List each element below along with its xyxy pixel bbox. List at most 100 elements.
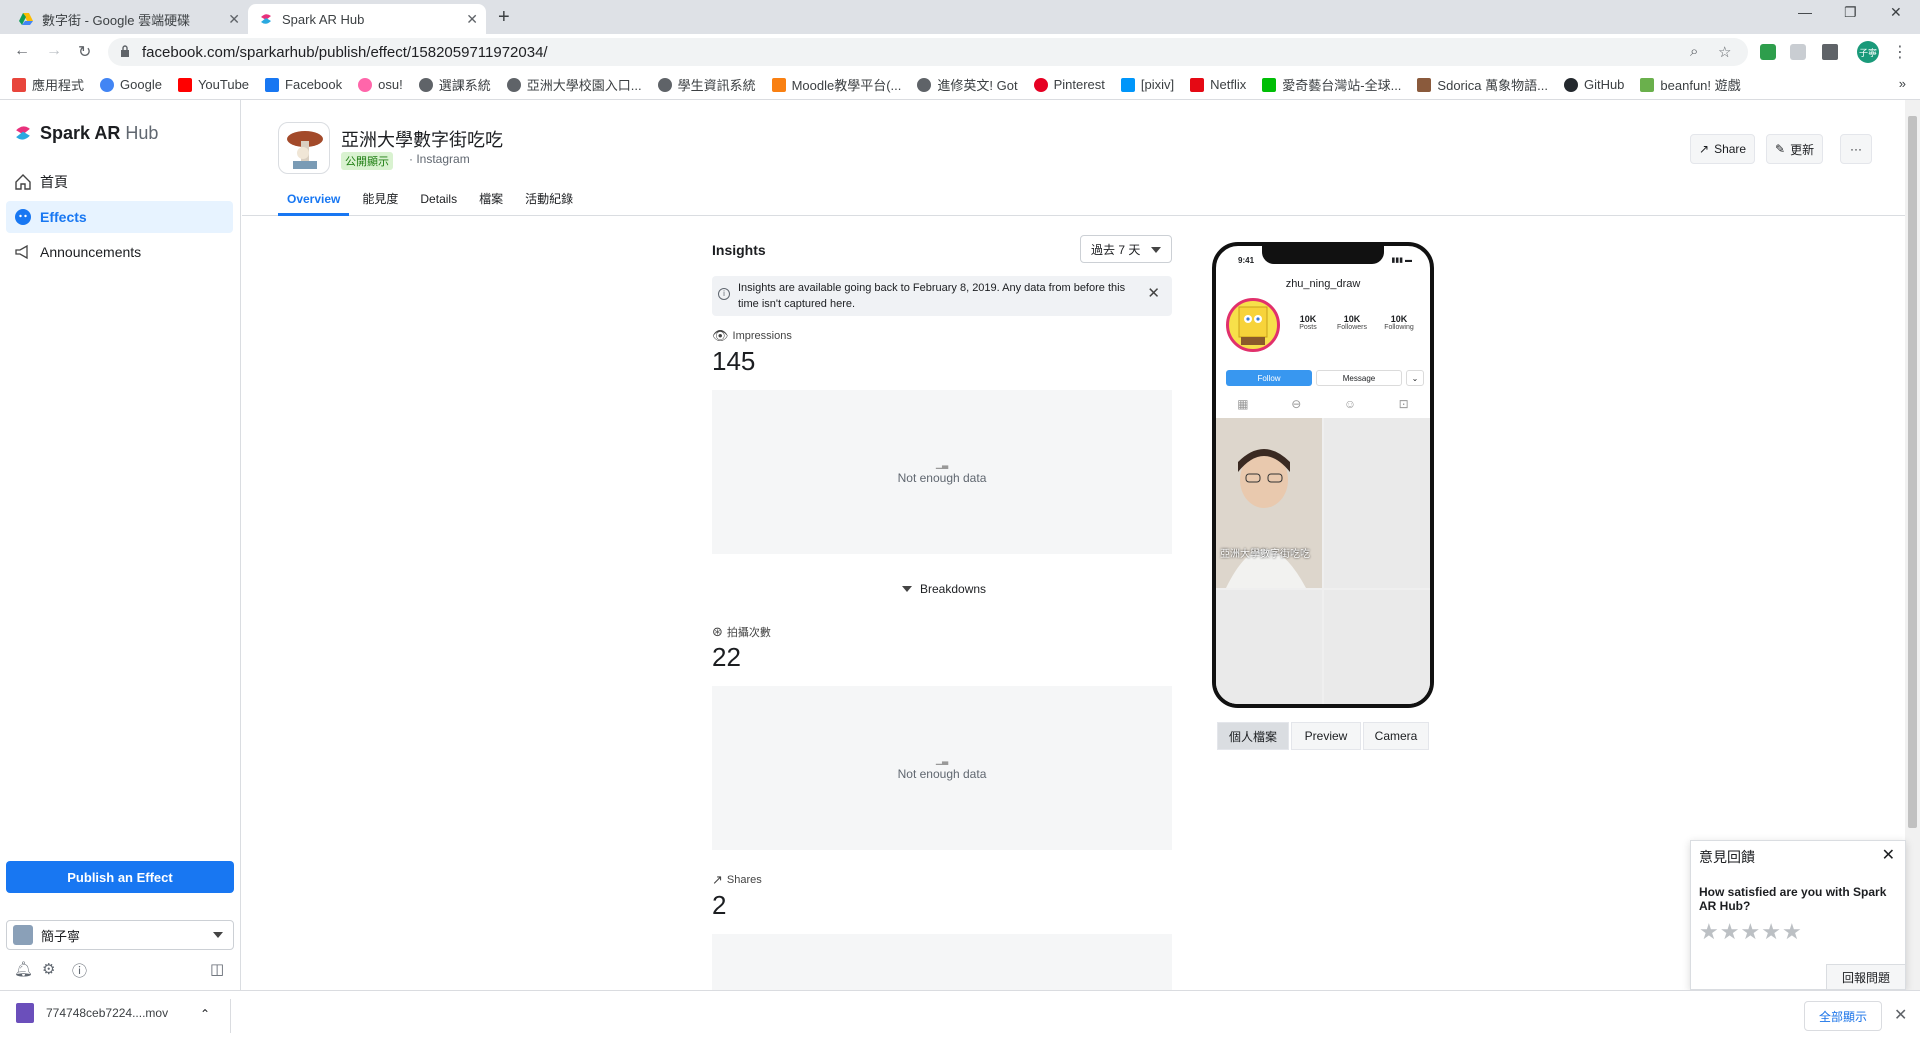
window-close-icon[interactable]: ✕ (1890, 4, 1902, 21)
effect-art-icon (287, 131, 323, 169)
address-bar[interactable]: facebook.com/sparkarhub/publish/effect/1… (108, 38, 1748, 66)
star-icon[interactable]: ★ (1720, 919, 1740, 945)
bookmark-item[interactable]: 亞洲大學校園入口... (506, 75, 642, 94)
star-icon[interactable]: ★ (1782, 919, 1802, 945)
sidebar-item-announcements[interactable]: Announcements (6, 236, 233, 268)
preview-mode-camera[interactable]: Camera (1363, 722, 1429, 750)
account-selector[interactable]: 簡子寧 (6, 920, 234, 950)
bookmark-item[interactable]: 選課系統 (418, 75, 491, 94)
bookmarks-overflow-icon[interactable]: » (1899, 76, 1906, 91)
bookmark-item[interactable]: 應用程式 (12, 75, 84, 94)
bookmark-item[interactable]: [pixiv] (1120, 77, 1175, 92)
spark-ar-logo-icon (16, 126, 30, 140)
bookmark-label: osu! (378, 77, 403, 92)
help-icon[interactable]: ⓘ (72, 960, 87, 981)
chevron-up-icon[interactable]: ⌃ (200, 1007, 210, 1021)
globe-icon (418, 77, 433, 92)
tab-details[interactable]: Details (411, 190, 466, 216)
page-scrollbar[interactable] (1905, 100, 1920, 990)
stat-number: 10K (1299, 314, 1317, 324)
preview-mode-profile[interactable]: 個人檔案 (1217, 722, 1289, 750)
tab-visibility[interactable]: 能見度 (353, 190, 407, 216)
bookmark-item[interactable]: 愛奇藝台灣站-全球... (1262, 75, 1401, 94)
bell-icon[interactable]: 🔔︎ (14, 960, 33, 978)
publish-effect-button[interactable]: Publish an Effect (6, 861, 234, 893)
browser-tab-spark[interactable]: Spark AR Hub ✕ (248, 4, 486, 34)
update-button[interactable]: ✎ 更新 (1766, 134, 1824, 164)
bookmark-item[interactable]: Netflix (1190, 77, 1246, 92)
globe-icon (657, 77, 672, 92)
browser-tab-drive[interactable]: 數字街 - Google 雲端硬碟 ✕ (8, 4, 248, 34)
browser-tabbar: 數字街 - Google 雲端硬碟 ✕ Spark AR Hub ✕ + — ❐… (0, 0, 1920, 34)
profile-stat-followers: 10K Followers (1328, 314, 1376, 331)
collapse-panel-icon[interactable]: ◫ (210, 960, 224, 978)
metric-label-text: Impressions (732, 330, 792, 342)
zoom-icon[interactable]: ⌕ (1690, 43, 1698, 60)
more-options-button[interactable]: ··· (1840, 134, 1872, 164)
new-tab-plus-icon[interactable]: + (498, 6, 510, 29)
brand-logo[interactable]: Spark AR Hub (12, 122, 158, 144)
report-problem-button[interactable]: 回報問題 (1826, 964, 1906, 990)
share-icon: ↗ (712, 872, 723, 887)
tab-activity-log[interactable]: 活動紀錄 (516, 190, 582, 216)
puzzle-icon[interactable] (1822, 44, 1838, 60)
follow-button: Follow (1226, 370, 1312, 386)
show-all-downloads-button[interactable]: 全部顯示 (1804, 1001, 1882, 1031)
bookmark-item[interactable]: Sdorica 萬象物語... (1417, 75, 1548, 94)
tab-title: 數字街 - Google 雲端硬碟 (42, 12, 191, 28)
bookmark-label: YouTube (197, 77, 250, 92)
star-icon[interactable]: ★ (1699, 919, 1719, 945)
bookmark-item[interactable]: beanfun! 遊戲 (1640, 75, 1741, 94)
close-icon[interactable]: ✕ (228, 11, 240, 28)
bookmark-item[interactable]: Facebook (265, 77, 342, 92)
scrollbar-thumb[interactable] (1908, 116, 1917, 828)
gear-icon[interactable]: ⚙ (42, 960, 55, 978)
metric-label-shares: ↗ Shares (712, 872, 762, 888)
bookmark-item[interactable]: GitHub (1563, 77, 1624, 92)
sidebar-item-label: Effects (40, 209, 87, 225)
date-range-select[interactable]: 過去 7 天 (1080, 235, 1172, 263)
minimize-icon[interactable]: — (1798, 4, 1812, 20)
sidebar-item-effects[interactable]: Effects (6, 201, 233, 233)
bookmark-item[interactable]: 進修英文! Got (917, 75, 1018, 94)
tab-files[interactable]: 檔案 (470, 190, 512, 216)
reload-icon[interactable]: ↻ (78, 42, 91, 62)
info-icon: i (718, 288, 730, 300)
star-icon[interactable]: ★ (1761, 919, 1781, 945)
back-icon[interactable]: ← (14, 42, 30, 60)
breakdowns-toggle[interactable]: Breakdowns (902, 582, 986, 596)
star-icon[interactable]: ★ (1740, 919, 1760, 945)
preview-mode-preview[interactable]: Preview (1291, 722, 1361, 750)
forward-icon[interactable]: → (46, 42, 62, 60)
bookmark-label: Google (120, 77, 162, 92)
bookmark-label: Sdorica 萬象物語... (1437, 78, 1548, 93)
empty-chart-text: Not enough data (897, 470, 987, 485)
close-icon[interactable]: ✕ (1882, 845, 1895, 865)
profile-tab-icons: ▦ ⊖ ☺ ⊡ (1216, 392, 1430, 416)
star-rating[interactable]: ★ ★ ★ ★ ★ (1699, 919, 1803, 945)
bookmark-item[interactable]: YouTube (177, 77, 250, 92)
github-icon (1563, 77, 1578, 92)
bookmark-item[interactable]: 學生資訊系統 (657, 75, 756, 94)
bookmark-item[interactable]: Google (100, 77, 162, 92)
tab-overview[interactable]: Overview (278, 190, 350, 216)
sponge-character-icon (1238, 306, 1268, 345)
close-icon[interactable]: ✕ (1894, 1005, 1907, 1025)
close-icon[interactable]: ✕ (1147, 286, 1160, 302)
download-item[interactable]: 774748ceb7224....mov (16, 1003, 168, 1023)
grid-icon: ▦ (1237, 397, 1249, 411)
bookmark-item[interactable]: osu! (358, 77, 403, 92)
restore-icon[interactable]: ❐ (1844, 4, 1857, 21)
bookmark-item[interactable]: Moodle教學平台(... (771, 75, 901, 94)
bookmark-label: [pixiv] (1140, 77, 1175, 92)
profile-avatar[interactable]: 子寧 (1857, 41, 1879, 63)
sidebar-item-home[interactable]: 首頁 (6, 166, 233, 198)
share-button[interactable]: ↗ Share (1690, 134, 1756, 164)
extension-icon[interactable] (1790, 44, 1806, 60)
bookmark-item[interactable]: Pinterest (1033, 77, 1105, 92)
bookmark-star-icon[interactable]: ☆ (1718, 43, 1731, 61)
menu-dots-icon[interactable]: ⋮ (1892, 42, 1908, 62)
effect-post-thumbnail: 亞洲大學數字街吃吃 (1216, 418, 1322, 588)
close-icon[interactable]: ✕ (466, 11, 478, 28)
extension-classroom-icon[interactable] (1760, 44, 1776, 60)
